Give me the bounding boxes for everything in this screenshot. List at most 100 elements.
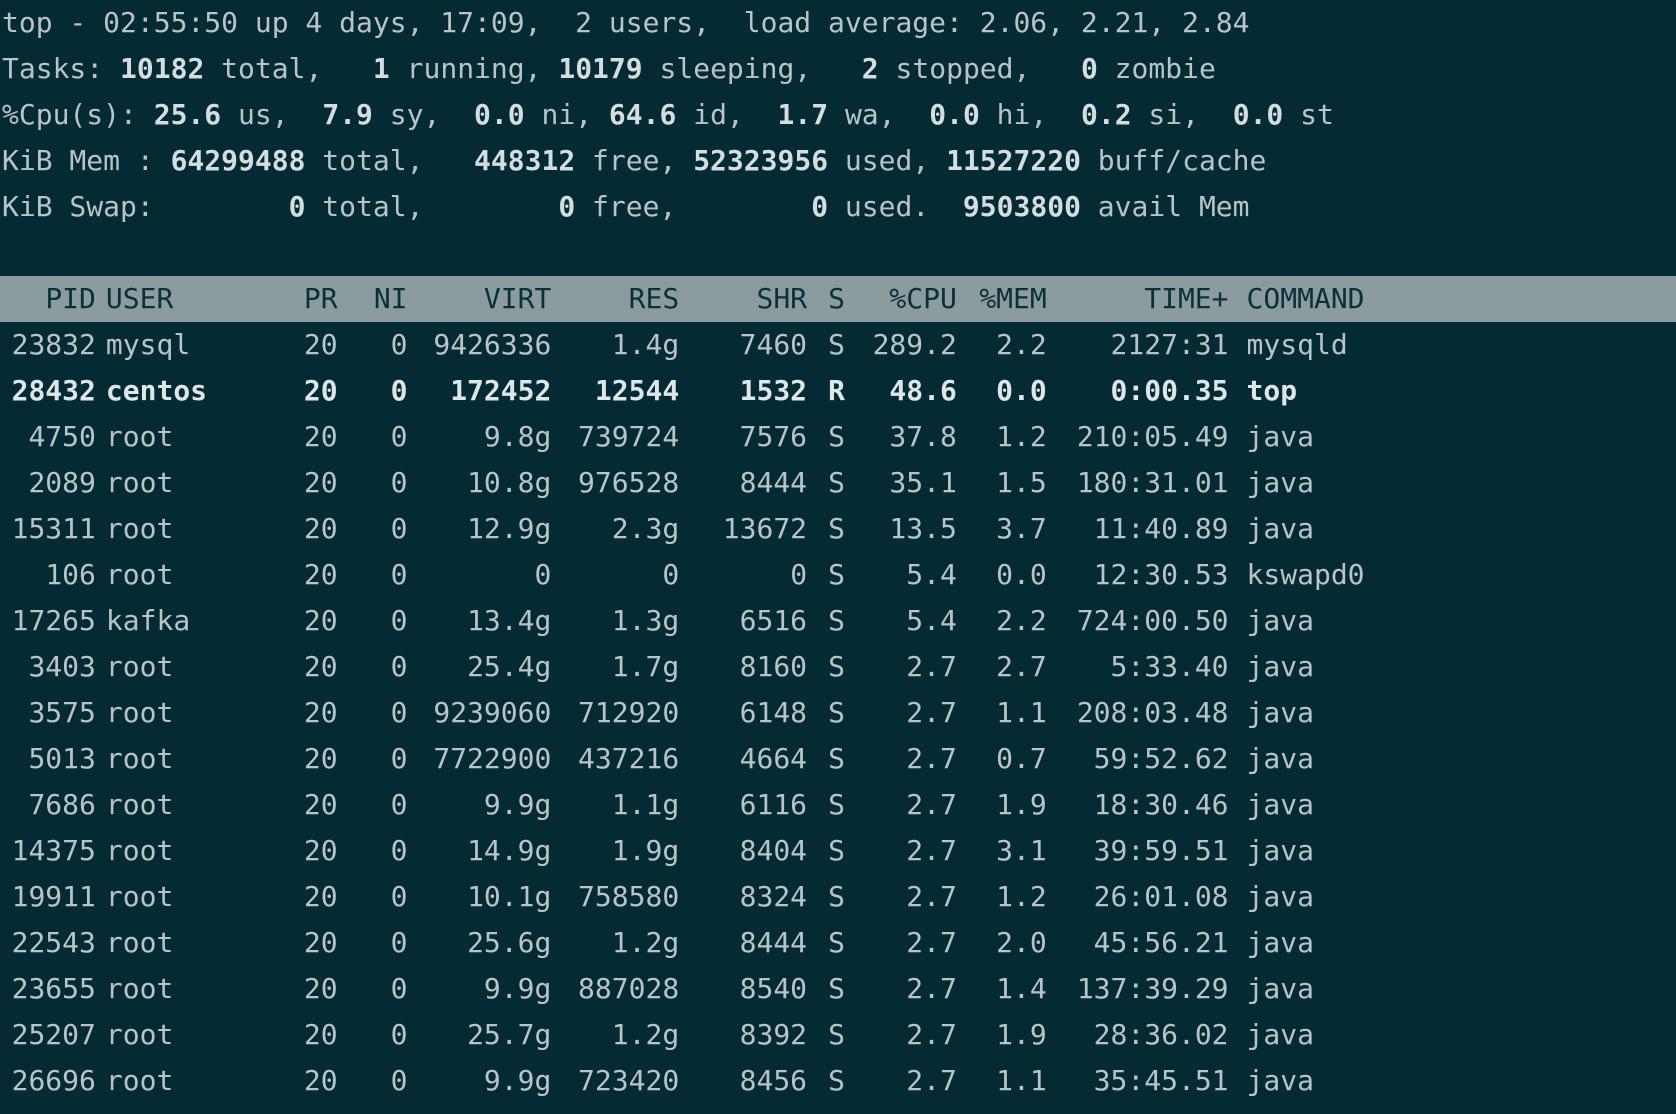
col-virt[interactable]: VIRT <box>408 276 551 322</box>
cell-pid: 25207 <box>11 1018 96 1051</box>
cell-mem: 1.1 <box>996 696 1047 729</box>
swap-free-label: free, <box>575 190 677 223</box>
mem-line: KiB Mem : 64299488 total, 448312 free, 5… <box>2 138 1676 184</box>
cell-command: java <box>1246 1064 1314 1097</box>
cell-res: 739724 <box>578 420 680 453</box>
cell-cpu: 2.7 <box>906 834 957 867</box>
col-time[interactable]: TIME+ <box>1047 276 1228 322</box>
table-row[interactable]: 23832 mysql 20 0 9426336 1.4g 7460 S 289.2 2.2 212… <box>2 322 1676 368</box>
cell-s: S <box>828 512 845 545</box>
tasks-sleeping-label: sleeping, <box>642 52 812 85</box>
swap-used-label: used. <box>828 190 930 223</box>
cell-mem: 1.2 <box>996 420 1047 453</box>
cell-ni: 0 <box>390 926 408 959</box>
cell-cpu: 2.7 <box>906 972 957 1005</box>
cell-res: 437216 <box>578 742 680 775</box>
cpu-sy-label: sy, <box>372 98 441 131</box>
table-row[interactable]: 19911 root 20 0 10.1g 758580 8324 S 2.7 1.2 26:01.… <box>2 874 1676 920</box>
cell-virt: 9.8g <box>483 420 552 453</box>
cell-pid: 4750 <box>28 420 96 453</box>
cell-virt: 13.4g <box>467 604 552 637</box>
cell-pr: 20 <box>303 788 338 821</box>
cell-ni: 0 <box>390 604 408 637</box>
cell-user: root <box>105 926 174 959</box>
cell-shr: 4664 <box>739 742 808 775</box>
cell-time: 11:40.89 <box>1093 512 1229 545</box>
table-row[interactable]: 15311 root 20 0 12.9g 2.3g 13672 S 13.5 3.7 11:40.… <box>2 506 1676 552</box>
table-row[interactable]: 7686 root 20 0 9.9g 1.1g 6116 S 2.7 1.9 18:30.46 ja… <box>2 782 1676 828</box>
cpu-label: %Cpu(s): <box>2 98 137 131</box>
col-res[interactable]: RES <box>551 276 680 322</box>
cell-pr: 20 <box>303 742 338 775</box>
col-cpu[interactable]: %CPU <box>845 276 956 322</box>
cpu-st-label: st <box>1283 98 1334 131</box>
table-row[interactable]: 5013 root 20 0 7722900 437216 4664 S 2.7 0.7 59:52… <box>2 736 1676 782</box>
cell-res: 0 <box>662 558 680 591</box>
cell-mem: 1.9 <box>996 788 1047 821</box>
cell-command: java <box>1246 604 1314 637</box>
table-row[interactable]: 106 root 20 0 0 0 0 S 5.4 0.0 12:30.53 kswapd0 <box>2 552 1676 598</box>
col-s[interactable]: S <box>807 276 845 322</box>
cpu-st: 0.0 <box>1232 98 1284 131</box>
col-pr[interactable]: PR <box>276 276 338 322</box>
table-row[interactable]: 23655 root 20 0 9.9g 887028 8540 S 2.7 1.4 137:39.… <box>2 966 1676 1012</box>
cell-time: 0:00.35 <box>1110 374 1229 407</box>
table-row[interactable]: 2089 root 20 0 10.8g 976528 8444 S 35.1 1.5 180:31… <box>2 460 1676 506</box>
tasks-running-label: running, <box>389 52 542 85</box>
cell-pr: 20 <box>303 512 338 545</box>
cell-cpu: 37.8 <box>889 420 957 453</box>
tasks-zombie-label: zombie <box>1097 52 1216 85</box>
column-header[interactable]: PID USER PR NI VIRT RES SHR S %CPU %MEM … <box>0 276 1676 322</box>
cell-s: S <box>828 834 845 867</box>
cell-shr: 7460 <box>739 328 808 361</box>
cell-s: S <box>828 604 845 637</box>
table-row[interactable]: 17265 kafka 20 0 13.4g 1.3g 6516 S 5.4 2.2 724:00.… <box>2 598 1676 644</box>
mem-label: KiB Mem : <box>2 144 154 177</box>
cell-ni: 0 <box>390 880 408 913</box>
cell-cpu: 2.7 <box>906 742 957 775</box>
cell-pr: 20 <box>303 926 338 959</box>
cell-virt: 10.1g <box>467 880 552 913</box>
col-mem[interactable]: %MEM <box>957 276 1046 322</box>
cell-s: S <box>828 696 845 729</box>
cell-pr: 20 <box>303 834 338 867</box>
cell-s: S <box>828 742 845 775</box>
table-row[interactable]: 4750 root 20 0 9.8g 739724 7576 S 37.8 1.2 210:05.… <box>2 414 1676 460</box>
cpu-us-label: us, <box>221 98 289 131</box>
cell-ni: 0 <box>390 466 408 499</box>
cell-user: root <box>105 512 174 545</box>
cpu-id-label: id, <box>676 98 744 131</box>
cell-pid: 3403 <box>28 650 96 683</box>
tasks-total-label: total, <box>204 52 323 85</box>
col-pid[interactable]: PID <box>2 276 96 322</box>
col-ni[interactable]: NI <box>338 276 408 322</box>
tasks-zombie: 0 <box>1080 52 1098 85</box>
table-row[interactable]: 26696 root 20 0 9.9g 723420 8456 S 2.7 1.1 35:45.5… <box>2 1058 1676 1104</box>
cell-res: 976528 <box>578 466 680 499</box>
cell-command: java <box>1246 466 1314 499</box>
col-shr[interactable]: SHR <box>679 276 807 322</box>
table-row[interactable]: 3575 root 20 0 9239060 712920 6148 S 2.7 1.1 208:0… <box>2 690 1676 736</box>
table-row[interactable]: 22543 root 20 0 25.6g 1.2g 8444 S 2.7 2.0 45:56.21… <box>2 920 1676 966</box>
cell-ni: 0 <box>390 972 408 1005</box>
table-row[interactable]: 14375 root 20 0 14.9g 1.9g 8404 S 2.7 3.1 39:59.51… <box>2 828 1676 874</box>
cell-shr: 1532 <box>739 374 808 407</box>
col-user[interactable]: USER <box>96 276 276 322</box>
cell-res: 723420 <box>578 1064 680 1097</box>
cell-mem: 1.9 <box>996 1018 1047 1051</box>
tasks-stopped: 2 <box>861 52 879 85</box>
cell-command: java <box>1246 880 1314 913</box>
table-row[interactable]: 3403 root 20 0 25.4g 1.7g 8160 S 2.7 2.7 5:33.40 ja… <box>2 644 1676 690</box>
terminal[interactable]: top - 02:55:50 up 4 days, 17:09, 2 users… <box>0 0 1676 1104</box>
cell-command: java <box>1246 834 1314 867</box>
table-row[interactable]: 28432 centos 20 0 172452 12544 1532 R 48.6 0.0 0:0… <box>2 368 1676 414</box>
cell-command: mysqld <box>1246 328 1348 361</box>
cell-s: S <box>828 466 845 499</box>
col-command[interactable]: COMMAND <box>1229 276 1676 322</box>
cell-time: 59:52.62 <box>1093 742 1229 775</box>
cell-virt: 25.4g <box>467 650 552 683</box>
table-row[interactable]: 25207 root 20 0 25.7g 1.2g 8392 S 2.7 1.9 28:36.02… <box>2 1012 1676 1058</box>
cell-command: java <box>1246 420 1314 453</box>
cell-user: root <box>105 650 174 683</box>
